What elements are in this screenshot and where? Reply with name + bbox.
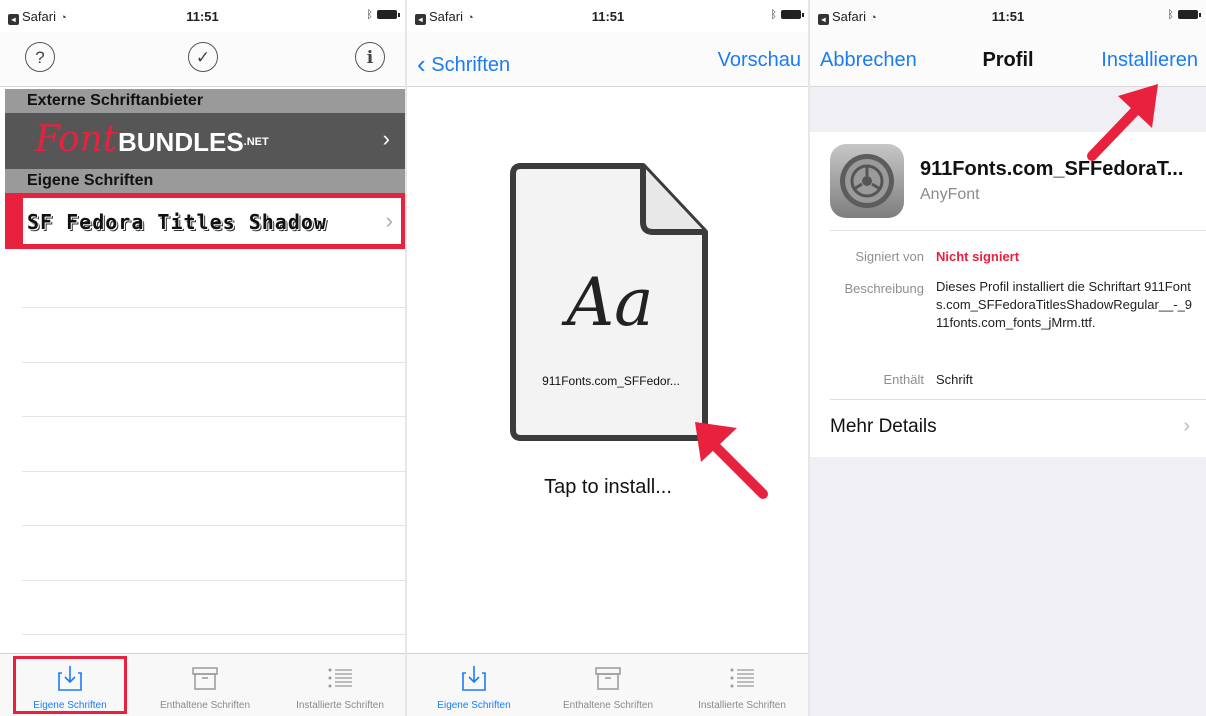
bluetooth-icon: ᛒ: [770, 9, 777, 21]
more-details-row[interactable]: Mehr Details ›: [810, 400, 1206, 456]
status-time: 11:51: [591, 9, 625, 24]
font-item-name: SF Fedora Titles Shadow: [27, 210, 327, 234]
chevron-right-icon: ›: [385, 208, 393, 233]
fontbundles-logo-script: Font: [35, 119, 118, 160]
empty-row-divider: [22, 307, 405, 308]
section-header-external: Externe Schriftanbieter: [5, 89, 405, 113]
battery-icon: [377, 10, 400, 19]
font-file-document[interactable]: Aa 911Fonts.com_SFFedor...: [507, 160, 713, 444]
profile-subtitle: AnyFont: [920, 186, 980, 203]
help-circle-icon[interactable]: ?: [25, 42, 55, 72]
contains-value: Schrift: [936, 372, 973, 387]
tab-contained-fonts[interactable]: Enthaltene Schriften: [140, 654, 270, 716]
chevron-left-icon: ‹: [417, 49, 426, 79]
signed-by-value: Nicht signiert: [936, 249, 1020, 264]
archive-box-icon: [595, 667, 621, 690]
empty-row-divider: [22, 471, 405, 472]
annotation-highlight-box: [13, 656, 127, 714]
profile-install-screen: ◂ Safari ◔ 11:51 ᛒ Abbrechen Profil Instal…: [810, 0, 1206, 716]
empty-row-divider: [22, 634, 405, 635]
contains-label: Enthält: [883, 372, 924, 387]
font-preview-screen: ◂ Safari ◔ 11:51 ᛒ ‹ Schriften Vorschau Aa…: [407, 0, 809, 716]
fontbundles-logo-text: BUNDLES.NET: [118, 127, 269, 157]
battery-icon: [781, 10, 804, 19]
bluetooth-icon: ᛒ: [1167, 9, 1174, 21]
navigation-bar: ‹ Schriften Vorschau: [407, 32, 809, 87]
description-label: Beschreibung: [844, 281, 925, 296]
status-time: 11:51: [186, 9, 219, 24]
check-circle-icon[interactable]: ✓: [188, 42, 218, 72]
tab-bar: Eigene Schriften Enthaltene Schriften In…: [407, 653, 809, 716]
empty-row-divider: [22, 580, 405, 581]
divider: [830, 230, 1206, 231]
chevron-right-icon: ›: [382, 126, 390, 151]
info-circle-icon[interactable]: i: [355, 42, 385, 72]
archive-box-icon: [192, 667, 218, 690]
profile-details-card: 911Fonts.com_SFFedoraT... AnyFont Signie…: [810, 132, 1206, 457]
install-button[interactable]: Installieren: [1101, 49, 1198, 72]
tab-contained-fonts[interactable]: Enthaltene Schriften: [543, 654, 673, 716]
font-list-item[interactable]: SF Fedora Titles Shadow ›: [5, 193, 405, 249]
signed-by-label: Signiert von: [855, 249, 924, 264]
red-arrow-annotation: [695, 422, 768, 499]
font-sample-glyph: Aa: [566, 264, 654, 341]
list-icon: [328, 668, 352, 688]
download-tray-icon: [462, 666, 486, 691]
tab-own-fonts[interactable]: Eigene Schriften: [409, 654, 539, 716]
tab-installed-fonts[interactable]: Installierte Schriften: [275, 654, 405, 716]
bluetooth-icon: ᛒ: [366, 9, 373, 21]
top-toolbar: ? ✓ i: [0, 32, 405, 87]
status-bar: ◂ Safari ◔ 11:51 ᛒ: [407, 0, 809, 32]
tab-installed-fonts[interactable]: Installierte Schriften: [677, 654, 807, 716]
red-arrow-annotation: [1087, 84, 1158, 161]
battery-icon: [1178, 10, 1201, 19]
status-time: 11:51: [991, 9, 1025, 24]
status-bar: ◂ Safari ◔ 11:51 ᛒ: [0, 0, 405, 32]
empty-row-divider: [22, 362, 405, 363]
empty-row-divider: [22, 416, 405, 417]
status-bar: ◂ Safari ◔ 11:51 ᛒ: [810, 0, 1206, 32]
empty-row-divider: [22, 525, 405, 526]
section-header-own-fonts: Eigene Schriften: [5, 169, 405, 193]
list-icon: [730, 668, 754, 688]
preview-button[interactable]: Vorschau: [718, 49, 801, 72]
font-list-screen: ◂ Safari ◔ 11:51 ᛒ ? ✓ i Externe Schriftan…: [0, 0, 405, 716]
settings-gear-icon: [830, 144, 904, 218]
more-details-label: Mehr Details: [830, 416, 937, 437]
back-button[interactable]: ‹ Schriften: [417, 49, 510, 80]
description-value: Dieses Profil installiert die Schriftart…: [936, 279, 1193, 330]
font-file-name: 911Fonts.com_SFFedor...: [542, 374, 680, 388]
chevron-right-icon: ›: [1183, 415, 1190, 437]
fontbundles-banner[interactable]: Font BUNDLES.NET ›: [5, 113, 405, 169]
